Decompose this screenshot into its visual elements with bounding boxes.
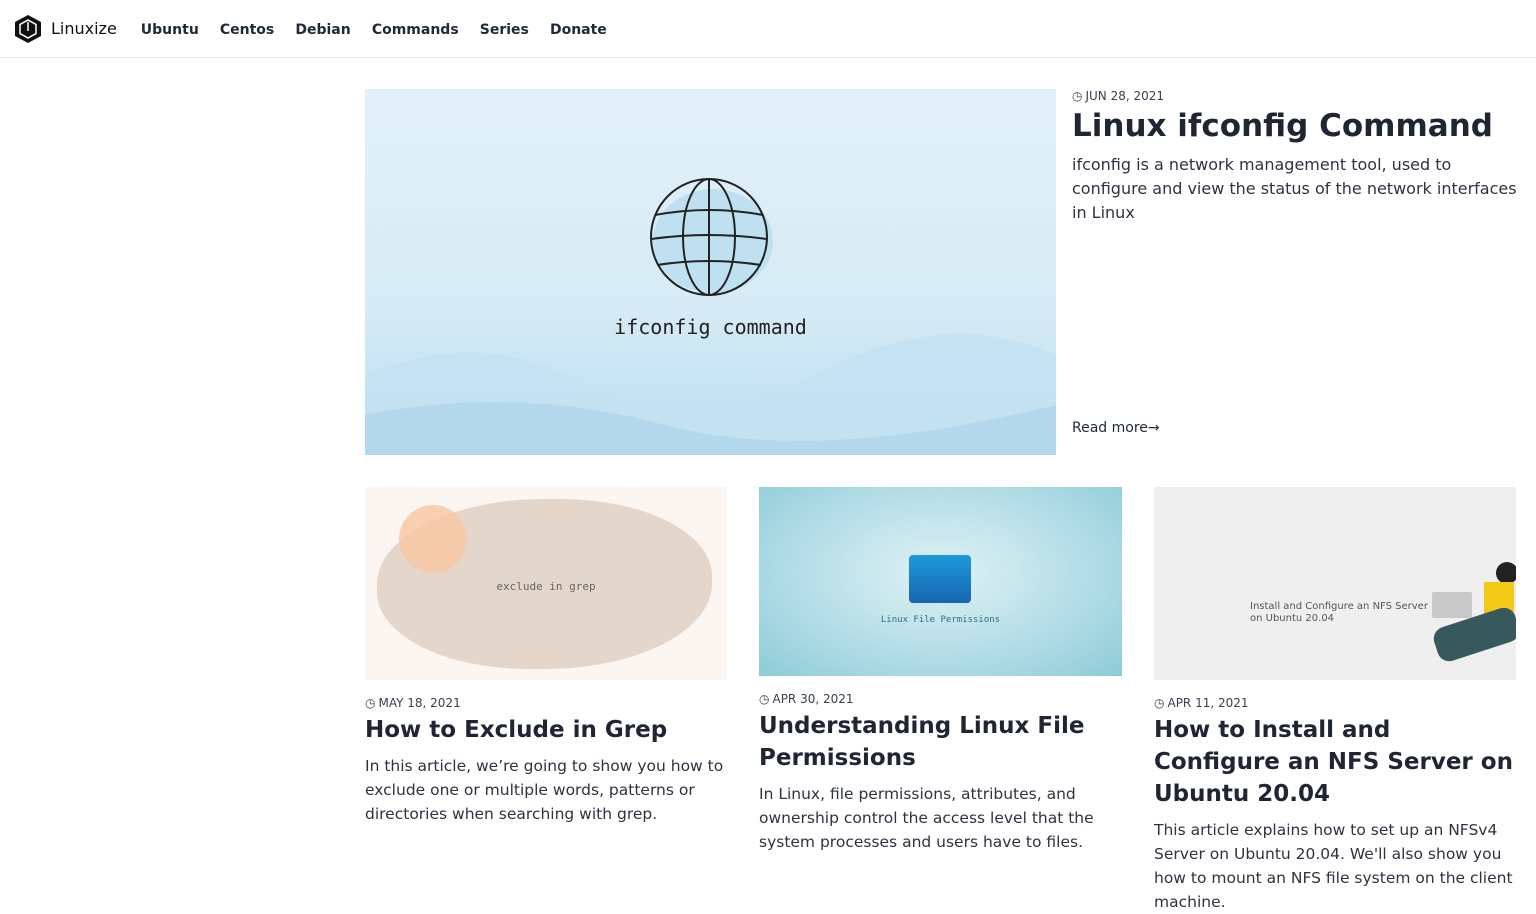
post-card: Install and Configure an NFS Server on U…	[1154, 487, 1516, 914]
post-image-caption: exclude in grep	[496, 580, 596, 593]
nav-series[interactable]: Series	[480, 22, 529, 38]
post-excerpt: In Linux, file permissions, attributes, …	[759, 785, 1094, 851]
linuxize-logo-icon	[15, 14, 41, 43]
date-text: MAY 18, 2021	[378, 696, 461, 710]
header: Linuxize Ubuntu Centos Debian Commands S…	[0, 0, 1536, 58]
brand-name: Linuxize	[51, 19, 117, 38]
post-image-caption: Install and Configure an NFS Server on U…	[1250, 601, 1428, 624]
featured-excerpt: ifconfig is a network management tool, u…	[1072, 155, 1517, 222]
post-date: ◷ MAY 18, 2021	[365, 696, 727, 710]
post-image[interactable]: Install and Configure an NFS Server on U…	[1154, 487, 1516, 680]
clock-icon: ◷	[1154, 696, 1165, 710]
clock-icon: ◷	[365, 696, 376, 710]
read-more-link[interactable]: Read more→	[1072, 420, 1160, 436]
featured-title[interactable]: Linux ifconfig Command	[1072, 107, 1517, 145]
clock-icon: ◷	[1072, 89, 1083, 103]
brand-logo[interactable]: Linuxize	[14, 14, 117, 44]
folder-icon	[909, 555, 971, 603]
post-image-caption: Linux File Permissions	[880, 615, 1001, 625]
nav-centos[interactable]: Centos	[220, 22, 274, 38]
post-date: ◷ APR 30, 2021	[759, 692, 1122, 706]
nav-commands[interactable]: Commands	[372, 22, 459, 38]
clock-icon: ◷	[759, 692, 770, 706]
post-title[interactable]: How to Install and Configure an NFS Serv…	[1154, 714, 1516, 810]
post-card: exclude in grep ◷ MAY 18, 2021 How to Exc…	[365, 487, 727, 826]
post-date: ◷ APR 11, 2021	[1154, 696, 1516, 710]
wave-decoration	[365, 334, 1056, 455]
featured-post: ◷ JUN 28, 2021 Linux ifconfig Command ifc…	[1072, 89, 1517, 455]
nav-donate[interactable]: Donate	[550, 22, 607, 38]
date-text: APR 30, 2021	[772, 692, 854, 706]
post-title[interactable]: How to Exclude in Grep	[365, 714, 727, 746]
post-image[interactable]: Linux File Permissions	[759, 487, 1122, 676]
globe-icon	[650, 178, 773, 296]
post-excerpt: In this article, we’re going to show you…	[365, 757, 724, 823]
post-card: Linux File Permissions ◷ APR 30, 2021 Und…	[759, 487, 1122, 854]
featured-image[interactable]: ifconfig command	[365, 89, 1056, 455]
read-more-label: Read more	[1072, 420, 1148, 436]
post-excerpt: This article explains how to set up an N…	[1154, 821, 1513, 911]
nav-ubuntu[interactable]: Ubuntu	[141, 22, 199, 38]
person-illustration	[1414, 562, 1516, 680]
arrow-right-icon: →	[1147, 420, 1160, 436]
post-image[interactable]: exclude in grep	[365, 487, 727, 680]
main-nav: Ubuntu Centos Debian Commands Series Don…	[141, 19, 623, 38]
nav-debian[interactable]: Debian	[295, 22, 350, 38]
date-text: APR 11, 2021	[1167, 696, 1249, 710]
date-text: JUN 28, 2021	[1085, 89, 1165, 103]
post-title[interactable]: Understanding Linux File Permissions	[759, 710, 1122, 774]
featured-date: ◷ JUN 28, 2021	[1072, 89, 1517, 103]
